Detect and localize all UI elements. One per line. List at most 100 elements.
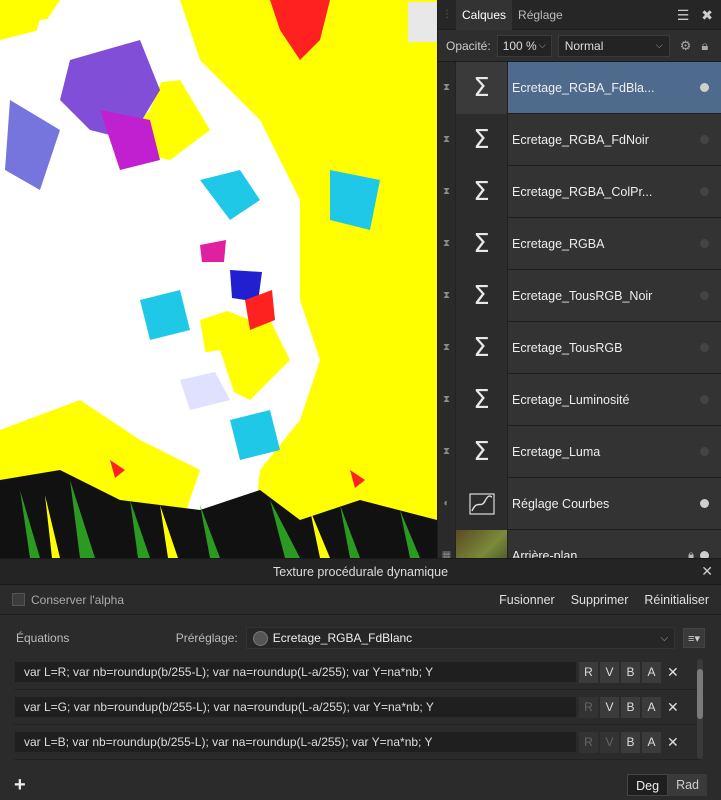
channel-toggle-b[interactable]: B <box>621 696 640 718</box>
equations-label: Équations <box>16 631 70 645</box>
layer-name: Réglage Courbes <box>512 496 610 511</box>
visibility-dot-icon[interactable] <box>700 239 709 248</box>
visibility-dot-icon[interactable] <box>700 343 709 352</box>
equation-input[interactable]: var L=B; var nb=roundup(b/255-L); var na… <box>14 731 577 753</box>
layer-name: Ecretage_RGBA_FdBla... <box>512 80 655 95</box>
reset-button[interactable]: Réinitialiser <box>644 593 709 607</box>
opacity-value: 100 % <box>502 38 537 53</box>
channel-toggle-b[interactable]: B <box>621 661 640 683</box>
chevron-down-icon: ⌵ <box>660 632 669 644</box>
visibility-dot-icon[interactable] <box>700 551 709 558</box>
layer-row[interactable]: ◐ Réglage Courbes <box>438 477 721 530</box>
hourglass-icon[interactable]: ⧗ <box>438 321 456 374</box>
channel-toggle-a[interactable]: A <box>642 696 661 718</box>
preset-icon <box>252 630 268 646</box>
hourglass-icon[interactable]: ⧗ <box>438 62 456 114</box>
scrollbar-thumb[interactable] <box>697 669 703 719</box>
hourglass-icon[interactable]: ⧗ <box>438 165 456 218</box>
layer-row[interactable]: ⧗ Σ Ecretage_TousRGB <box>438 321 721 374</box>
layer-row[interactable]: ⧗ Σ Ecretage_RGBA <box>438 217 721 270</box>
visibility-dot-icon[interactable] <box>700 187 709 196</box>
layer-row[interactable]: ⧗ Σ Ecretage_Luma <box>438 425 721 478</box>
layer-row[interactable]: ▦ Arrière-plan 🔒︎ <box>438 529 721 559</box>
layer-row[interactable]: ⧗ Σ Ecretage_RGBA_FdBla... <box>438 62 721 114</box>
checker-icon[interactable]: ▦ <box>438 529 456 558</box>
sigma-icon: Σ <box>456 321 508 374</box>
layer-name: Ecretage_TousRGB <box>512 340 623 355</box>
visibility-dot-icon[interactable] <box>700 447 709 456</box>
dialog-titlebar: Texture procédurale dynamique ✕ <box>0 559 721 585</box>
layer-row[interactable]: ⧗ Σ Ecretage_RGBA_FdNoir <box>438 113 721 166</box>
layer-row[interactable]: ⧗ Σ Ecretage_RGBA_ColPr... <box>438 165 721 218</box>
hourglass-icon[interactable]: ⧗ <box>438 373 456 426</box>
preset-row: Équations Préréglage: Ecretage_RGBA_FdBl… <box>0 619 721 657</box>
layer-name: Ecretage_Luma <box>512 444 601 459</box>
layer-name: Ecretage_RGBA <box>512 236 605 251</box>
photo-thumbnail <box>456 529 508 558</box>
drag-grip-icon[interactable]: ⋮ <box>438 0 456 30</box>
preset-label: Préréglage: <box>175 631 238 645</box>
visibility-dot-icon[interactable] <box>700 291 709 300</box>
hourglass-icon[interactable]: ⧗ <box>438 269 456 322</box>
sigma-icon: Σ <box>456 62 508 114</box>
layers-panel: ⋮ Calques Réglage ☰ ✖ Opacité: 100 % ⌵ N… <box>437 0 721 558</box>
layer-option-icons: ⚙ 🔒︎ <box>680 38 709 54</box>
blend-mode-select[interactable]: Normal ⌵ <box>557 34 670 57</box>
deg-button[interactable]: Deg <box>627 774 669 796</box>
sigma-icon: Σ <box>456 113 508 166</box>
visibility-dot-icon[interactable] <box>700 395 709 404</box>
hourglass-icon[interactable]: ⧗ <box>438 113 456 166</box>
visibility-dot-icon[interactable] <box>700 135 709 144</box>
preserve-alpha-checkbox[interactable] <box>12 593 25 606</box>
dialog-title: Texture procédurale dynamique <box>272 564 449 579</box>
add-equation-icon[interactable]: + <box>14 774 26 797</box>
layer-name: Arrière-plan <box>512 548 578 559</box>
channel-toggle-v[interactable]: V <box>600 661 619 683</box>
preset-menu-button[interactable]: ≡▾ <box>683 628 705 648</box>
equation-row: var L=B; var nb=roundup(b/255-L); var na… <box>14 725 700 760</box>
merge-button[interactable]: Fusionner <box>499 593 555 607</box>
blend-mode-value: Normal <box>564 38 604 53</box>
layer-row[interactable]: ⧗ Σ Ecretage_TousRGB_Noir <box>438 269 721 322</box>
rad-button[interactable]: Rad <box>668 774 707 796</box>
remove-equation-icon[interactable]: ✕ <box>667 664 679 681</box>
preserve-alpha-label: Conserver l'alpha <box>31 592 125 607</box>
panel-actions: ☰ ✖ <box>677 0 713 30</box>
document-canvas[interactable] <box>0 0 437 558</box>
visibility-dot-icon[interactable] <box>700 499 709 508</box>
equation-row: var L=R; var nb=roundup(b/255-L); var na… <box>14 655 700 690</box>
equation-list: var L=R; var nb=roundup(b/255-L); var na… <box>14 655 700 767</box>
sigma-icon: Σ <box>456 165 508 218</box>
layer-name: Ecretage_RGBA_ColPr... <box>512 184 653 199</box>
remove-equation-icon[interactable]: ✕ <box>667 699 679 716</box>
preset-select[interactable]: Ecretage_RGBA_FdBlanc ⌵ <box>245 627 676 649</box>
channel-toggle-r[interactable]: R <box>579 731 598 753</box>
tab-reglage[interactable]: Réglage <box>512 0 569 30</box>
tab-calques[interactable]: Calques <box>456 0 513 30</box>
lock-icon[interactable]: 🔒︎ <box>688 549 694 558</box>
adjustment-icon[interactable]: ◐ <box>438 477 456 530</box>
remove-equation-icon[interactable]: ✕ <box>667 734 679 751</box>
equation-input[interactable]: var L=R; var nb=roundup(b/255-L); var na… <box>14 661 577 683</box>
channel-toggle-v[interactable]: V <box>600 731 619 753</box>
channel-toggle-b[interactable]: B <box>621 731 640 753</box>
hourglass-icon[interactable]: ⧗ <box>438 425 456 478</box>
equation-input[interactable]: var L=G; var nb=roundup(b/255-L); var na… <box>14 696 577 718</box>
channel-toggle-v[interactable]: V <box>600 696 619 718</box>
channel-toggle-r[interactable]: R <box>579 696 598 718</box>
opacity-label: Opacité: <box>446 38 491 53</box>
close-panel-icon[interactable]: ✖ <box>701 7 713 24</box>
channel-toggle-a[interactable]: A <box>642 661 661 683</box>
lock-icon[interactable]: 🔒︎ <box>701 38 708 54</box>
channel-toggle-a[interactable]: A <box>642 731 661 753</box>
gear-icon[interactable]: ⚙ <box>680 38 692 54</box>
equation-scrollbar[interactable] <box>697 659 703 759</box>
channel-toggle-r[interactable]: R <box>579 661 598 683</box>
close-icon[interactable]: ✕ <box>701 563 713 580</box>
opacity-input[interactable]: 100 % ⌵ <box>496 34 552 57</box>
visibility-dot-icon[interactable] <box>700 83 709 92</box>
hamburger-menu-icon[interactable]: ☰ <box>677 7 690 24</box>
delete-button[interactable]: Supprimer <box>571 593 629 607</box>
hourglass-icon[interactable]: ⧗ <box>438 217 456 270</box>
layer-row[interactable]: ⧗ Σ Ecretage_Luminosité <box>438 373 721 426</box>
